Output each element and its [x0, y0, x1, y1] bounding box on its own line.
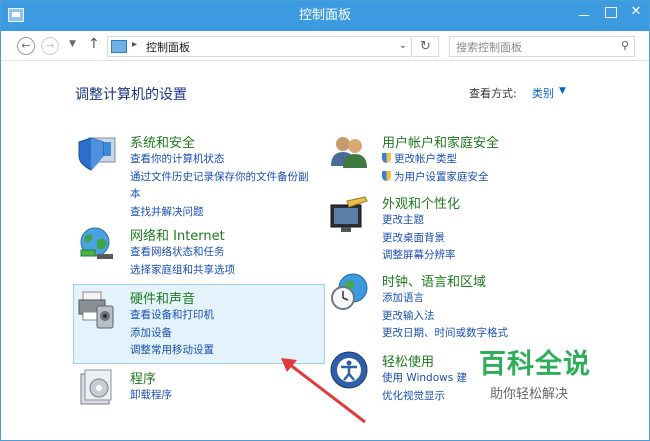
link-change-input[interactable]: 更改输入法: [382, 308, 508, 326]
user-accounts-title[interactable]: 用户帐户和家庭安全: [382, 132, 499, 151]
chevron-down-icon[interactable]: ⌄: [399, 40, 407, 51]
watermark: 百科全说 助你轻松解决: [479, 342, 619, 402]
category-hardware-sound: 硬件和声音 查看设备和打印机 添加设备 调整常用移动设置: [130, 288, 214, 360]
maximize-button[interactable]: [597, 1, 623, 23]
user-accounts-icon[interactable]: [327, 130, 371, 174]
link-add-device[interactable]: 添加设备: [130, 325, 214, 343]
control-panel-icon: [111, 40, 127, 53]
link-change-account-type[interactable]: 更改帐户类型: [382, 151, 499, 169]
chevron-down-icon[interactable]: ▼: [559, 86, 566, 96]
view-by-label: 查看方式:: [469, 87, 517, 100]
view-by-dropdown[interactable]: 类别: [532, 85, 554, 101]
watermark-title: 百科全说: [479, 349, 591, 380]
breadcrumb-separator-icon[interactable]: ▸: [132, 39, 137, 50]
appearance-icon[interactable]: [327, 195, 371, 239]
link-uninstall-program[interactable]: 卸载程序: [130, 387, 172, 405]
link-mobility-settings[interactable]: 调整常用移动设置: [130, 342, 214, 360]
search-placeholder: 搜索控制面板: [456, 41, 522, 54]
link-homegroup[interactable]: 选择家庭组和共享选项: [130, 262, 235, 280]
control-panel-window: 控制面板 ✕ ← → ▼ ↑ ▸ 控制面板 ⌄ ↻ 搜索控制面板 ⚲ 调整计算机…: [0, 0, 650, 441]
category-network: 网络和 Internet 查看网络状态和任务 选择家庭组和共享选项: [130, 225, 235, 279]
recent-locations-dropdown-icon[interactable]: ▼: [69, 39, 76, 49]
link-family-safety[interactable]: 为用户设置家庭安全: [382, 169, 499, 187]
back-button[interactable]: ←: [17, 37, 35, 55]
network-globe-icon[interactable]: [75, 222, 119, 266]
address-bar[interactable]: ▸ 控制面板 ⌄: [107, 36, 412, 57]
search-input[interactable]: 搜索控制面板 ⚲: [449, 36, 635, 57]
clock-region-title[interactable]: 时钟、语言和区域: [382, 271, 508, 290]
watermark-subtitle: 助你轻松解决: [490, 387, 569, 402]
hardware-sound-title[interactable]: 硬件和声音: [130, 288, 214, 307]
category-system-security: 系统和安全 查看你的计算机状态 通过文件历史记录保存你的文件备份副 本 查找并解…: [130, 132, 309, 221]
category-programs: 程序 卸载程序: [130, 368, 172, 405]
appearance-title[interactable]: 外观和个性化: [382, 193, 460, 212]
forward-button[interactable]: →: [41, 37, 59, 55]
programs-icon[interactable]: [75, 366, 119, 410]
link-screen-resolution[interactable]: 调整屏幕分辨率: [382, 247, 460, 265]
search-icon[interactable]: ⚲: [621, 39, 629, 52]
link-add-language[interactable]: 添加语言: [382, 290, 508, 308]
printer-icon[interactable]: [75, 288, 119, 332]
link-file-history-cont[interactable]: 本: [130, 186, 309, 204]
category-user-accounts: 用户帐户和家庭安全 更改帐户类型 为用户设置家庭安全: [382, 132, 499, 186]
navigation-bar: ← → ▼ ↑ ▸ 控制面板 ⌄ ↻ 搜索控制面板 ⚲: [1, 31, 649, 61]
network-title[interactable]: 网络和 Internet: [130, 225, 235, 244]
shield-icon[interactable]: [75, 130, 119, 174]
category-clock-region: 时钟、语言和区域 添加语言 更改输入法 更改日期、时间或数字格式: [382, 271, 508, 343]
system-security-title[interactable]: 系统和安全: [130, 132, 309, 151]
title-bar: 控制面板 ✕: [1, 1, 649, 31]
refresh-button[interactable]: ↻: [413, 36, 439, 57]
minimize-button[interactable]: [571, 1, 597, 23]
link-change-background[interactable]: 更改桌面背景: [382, 230, 460, 248]
link-troubleshoot[interactable]: 查找并解决问题: [130, 204, 309, 222]
annotation-arrow-icon: [281, 358, 366, 424]
category-appearance: 外观和个性化 更改主题 更改桌面背景 调整屏幕分辨率: [382, 193, 460, 265]
link-windows-suggestions[interactable]: 使用 Windows 建: [382, 370, 467, 388]
page-title: 调整计算机的设置: [75, 87, 187, 103]
breadcrumb-control-panel[interactable]: 控制面板: [146, 39, 190, 55]
ease-of-access-title[interactable]: 轻松使用: [382, 351, 467, 370]
link-change-theme[interactable]: 更改主题: [382, 212, 460, 230]
category-ease-of-access: 轻松使用 使用 Windows 建 优化视觉显示: [382, 351, 467, 405]
clock-globe-icon[interactable]: [327, 270, 371, 314]
link-view-computer-status[interactable]: 查看你的计算机状态: [130, 151, 309, 169]
window-title: 控制面板: [298, 8, 351, 23]
link-devices-printers[interactable]: 查看设备和打印机: [130, 307, 214, 325]
link-file-history[interactable]: 通过文件历史记录保存你的文件备份副: [130, 169, 309, 187]
content-area: 调整计算机的设置 查看方式: 类别 ▼ 系统和安全 查看你的计算机状态 通过文件…: [1, 62, 649, 441]
up-button[interactable]: ↑: [88, 36, 100, 52]
programs-title[interactable]: 程序: [130, 368, 172, 387]
link-network-status[interactable]: 查看网络状态和任务: [130, 244, 235, 262]
link-optimize-display[interactable]: 优化视觉显示: [382, 388, 467, 406]
link-date-time-format[interactable]: 更改日期、时间或数字格式: [382, 325, 508, 343]
close-button[interactable]: ✕: [623, 1, 649, 23]
